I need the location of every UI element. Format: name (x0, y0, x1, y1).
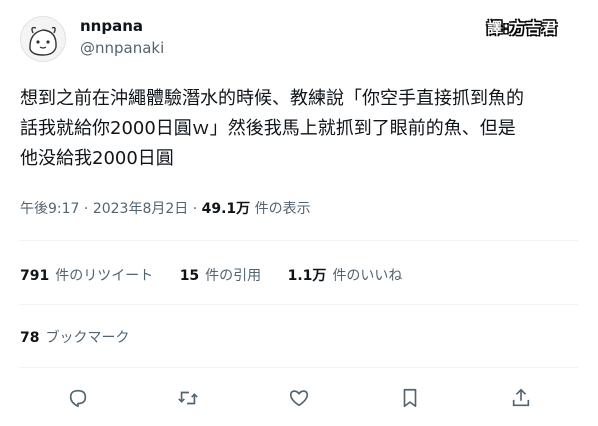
tweet-text-line: 想到之前在沖繩體驗潛水的時候、教練說「你空手直接抓到魚的 (20, 88, 524, 109)
quotes-label: 件の引用 (205, 268, 262, 284)
quotes-count: 15 (179, 268, 200, 284)
likes-count: 1.1万 (287, 268, 327, 284)
share-icon (512, 388, 530, 407)
meta-separator: · (192, 201, 198, 217)
avatar-drawing-icon (21, 17, 65, 61)
views-count: 49.1万 (201, 201, 251, 217)
like-button[interactable] (285, 384, 313, 412)
divider (20, 240, 578, 241)
tweet-text: 想到之前在沖繩體驗潛水的時候、教練說「你空手直接抓到魚的 話我就給你2000日圓… (20, 84, 590, 174)
engagement-stats: 791 件のリツイート 15 件の引用 1.1万 件のいいね (20, 265, 424, 285)
avatar[interactable] (20, 16, 66, 62)
display-name[interactable]: nnpana (80, 17, 143, 35)
likes-stat[interactable]: 1.1万 件のいいね (288, 268, 403, 284)
tweet-text-line: 話我就給你2000日圓ｗ」然後我馬上就抓到了眼前的魚、但是 (20, 118, 516, 139)
tweet-text-line: 他没給我2000日圓 (20, 148, 174, 169)
retweet-button[interactable] (174, 384, 202, 412)
bookmarks-stat[interactable]: 78 ブックマーク (20, 327, 129, 347)
bookmarks-label: ブックマーク (45, 330, 130, 346)
quotes-stat[interactable]: 15 件の引用 (180, 268, 266, 284)
divider (20, 367, 578, 368)
reply-icon (69, 389, 87, 408)
user-handle[interactable]: @nnpanaki (80, 39, 164, 57)
tweet-meta: 午後9:17 · 2023年8月2日 · 49.1万 件の表示 (20, 198, 311, 218)
meta-separator: · (83, 201, 89, 217)
tweet-date[interactable]: 2023年8月2日 (93, 201, 188, 217)
heart-icon (289, 390, 309, 407)
reply-button[interactable] (64, 384, 92, 412)
likes-label: 件のいいね (332, 268, 403, 284)
retweets-count: 791 (20, 268, 50, 284)
translator-watermark: 譯:方吉君 (487, 19, 558, 37)
tweet-time[interactable]: 午後9:17 (20, 201, 79, 217)
bookmark-icon (403, 388, 417, 408)
share-button[interactable] (507, 384, 535, 412)
bookmark-button[interactable] (396, 384, 424, 412)
retweet-icon (178, 391, 198, 405)
views-label: 件の表示 (254, 201, 311, 217)
bookmarks-count: 78 (20, 330, 40, 346)
divider (20, 304, 578, 305)
retweets-label: 件のリツイート (55, 268, 154, 284)
retweets-stat[interactable]: 791 件のリツイート (20, 268, 158, 284)
